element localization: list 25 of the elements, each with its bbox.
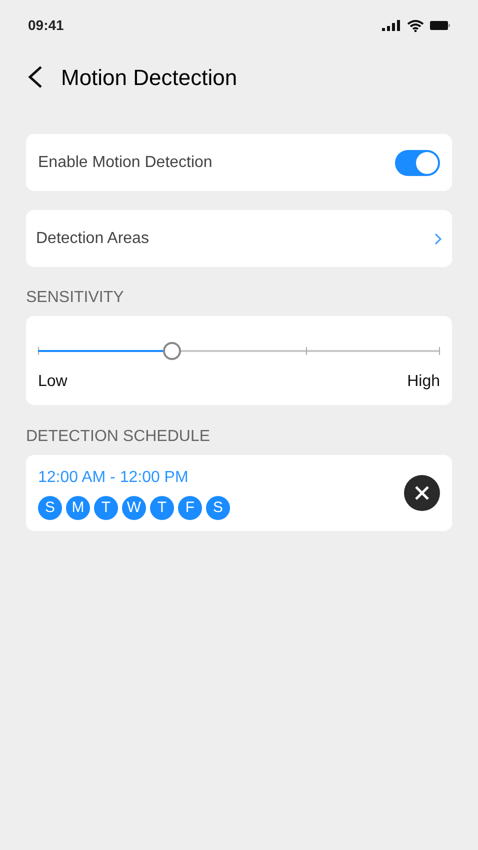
battery-icon bbox=[430, 21, 450, 30]
section-heading: SENSITIVITY bbox=[26, 288, 125, 308]
wifi-icon bbox=[407, 20, 424, 32]
day-chip: F bbox=[178, 496, 202, 520]
status-time: 09:41 bbox=[28, 16, 64, 35]
high-label: High bbox=[407, 372, 440, 392]
row-label: Enable Motion Detection bbox=[38, 152, 212, 172]
section-heading: DETECTION SCHEDULE bbox=[26, 427, 212, 447]
schedule-time: 12:00 AM - 12:00 PM bbox=[38, 468, 190, 488]
day-chip: T bbox=[150, 496, 174, 520]
page-title: Motion Dectection bbox=[61, 64, 238, 92]
chevron-right-icon bbox=[434, 232, 442, 244]
day-chip: W bbox=[122, 496, 146, 520]
detection-areas-row[interactable]: Detection Areas bbox=[26, 210, 452, 267]
remove-button[interactable] bbox=[404, 475, 440, 511]
signal-icon bbox=[382, 20, 401, 31]
slider-thumb[interactable] bbox=[163, 342, 182, 360]
close-icon bbox=[414, 485, 430, 501]
low-label: Low bbox=[38, 372, 68, 392]
toggle-switch[interactable] bbox=[395, 150, 440, 176]
day-chip: S bbox=[206, 496, 230, 520]
slider-track[interactable] bbox=[38, 344, 440, 358]
day-chip: S bbox=[38, 496, 62, 520]
day-chip: M bbox=[66, 496, 90, 520]
day-chip: T bbox=[94, 496, 118, 520]
